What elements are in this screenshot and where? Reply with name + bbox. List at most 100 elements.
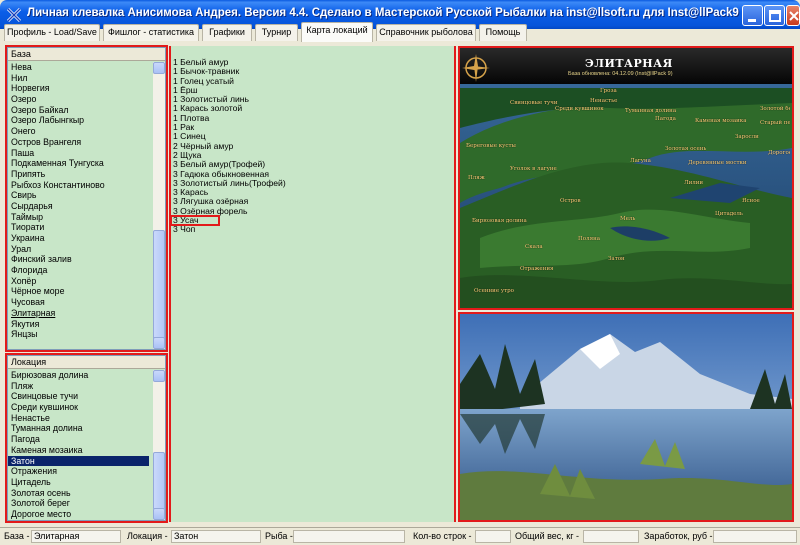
map-title: ЭЛИТАРНАЯ	[585, 57, 673, 70]
map-place-label: Дорогое место	[768, 150, 790, 156]
close-button[interactable]	[786, 5, 800, 26]
scroll-down-icon[interactable]	[153, 337, 165, 349]
fish-list[interactable]: 1 Белый амур 1 Бычок-травник 1 Голец усаты…	[169, 46, 456, 522]
list-item[interactable]: Тиорати	[8, 222, 153, 233]
scroll-thumb[interactable]	[153, 452, 165, 510]
close-icon	[789, 11, 799, 21]
list-item[interactable]: Припять	[8, 169, 153, 180]
list-item[interactable]: Свинцовые тучи	[8, 391, 153, 402]
list-item[interactable]: 1 Плотва	[171, 113, 454, 123]
list-item[interactable]: Чёрное море	[8, 286, 153, 297]
list-item[interactable]: Озеро	[8, 94, 153, 105]
status-base-label: База -	[4, 531, 30, 541]
list-item[interactable]: Туманная долина	[8, 423, 153, 434]
tab-fishlog[interactable]: Фишлог - статистика	[103, 24, 199, 41]
minimize-button[interactable]	[742, 5, 763, 26]
scroll-up-icon[interactable]	[153, 370, 165, 382]
list-item[interactable]: Чусовая	[8, 297, 153, 308]
list-item[interactable]: Нил	[8, 73, 153, 84]
list-item[interactable]: Сырдарья	[8, 201, 153, 212]
map-place-label: Остров	[560, 198, 581, 204]
list-item[interactable]: Ненастье	[8, 413, 153, 424]
list-item[interactable]: Озеро Байкал	[8, 105, 153, 116]
bases-header: База	[8, 48, 165, 61]
list-item[interactable]: 3 Чоп	[171, 225, 454, 235]
map-place-label: Береговые кусты	[466, 143, 516, 149]
map-subtitle: База обновлена: 04.12.09 (Inst@llPack 9)	[568, 71, 673, 77]
window-title: Личная клевалка Анисимова Андрея. Версия…	[27, 7, 739, 19]
status-fish-field	[293, 530, 405, 543]
list-item[interactable]: Урал	[8, 244, 153, 255]
map-place-label: Гроза	[600, 88, 617, 94]
list-item[interactable]: Хопёр	[8, 276, 153, 287]
map-place-label: Среди кувшинок	[555, 106, 604, 112]
scroll-up-icon[interactable]	[153, 62, 165, 74]
locations-list-body[interactable]: Бирюзовая долина Пляж Свинцовые тучи Среди …	[8, 370, 153, 520]
list-item[interactable]: Нева	[8, 62, 153, 73]
status-location-value: Затон	[174, 531, 199, 541]
tab-charts[interactable]: Графики	[202, 24, 252, 41]
list-item[interactable]: Свирь	[8, 190, 153, 201]
minimize-icon	[748, 19, 756, 22]
maximize-button[interactable]	[764, 5, 785, 26]
list-item[interactable]: Каменая мозаика	[8, 445, 153, 456]
status-rows-field	[475, 530, 511, 543]
map-image	[460, 48, 792, 308]
list-item[interactable]: Среди кувшинок	[8, 402, 153, 413]
status-location-label: Локация -	[127, 531, 168, 541]
list-item[interactable]: Онего	[8, 126, 153, 137]
list-item[interactable]: Норвегия	[8, 83, 153, 94]
bases-scrollbar[interactable]	[153, 62, 165, 349]
list-item[interactable]: 3 Озёрная форель	[171, 206, 454, 216]
list-item[interactable]: Пляж	[8, 381, 153, 392]
list-item[interactable]: Элитарная	[8, 308, 153, 319]
list-item[interactable]: Украина	[8, 233, 153, 244]
list-item[interactable]: Паша	[8, 148, 153, 159]
list-item[interactable]: Финский залив	[8, 254, 153, 265]
locations-list[interactable]: Локация Бирюзовая долина Пляж Свинцовые ту…	[7, 355, 166, 521]
map-place-label: Свинцовые тучи	[510, 100, 558, 106]
tab-fisher-guide[interactable]: Справочник рыболова	[376, 24, 476, 41]
list-item[interactable]: Янцзы	[8, 329, 153, 340]
map-place-label: Деревянные мостки	[688, 160, 747, 166]
list-item[interactable]: 1 Голец усатый	[171, 76, 454, 86]
list-item[interactable]: Якутия	[8, 319, 153, 330]
tab-profile[interactable]: Профиль - Load/Save	[4, 24, 100, 41]
status-fish-label: Рыба -	[265, 531, 293, 541]
list-item[interactable]: Отражения	[8, 466, 153, 477]
list-item[interactable]: Озеро Лабынгкыр	[8, 115, 153, 126]
map-place-label: Уголок в лагуне	[510, 166, 557, 172]
location-map[interactable]: ЭЛИТАРНАЯ База обновлена: 04.12.09 (Inst…	[458, 46, 794, 310]
bases-list-body[interactable]: Нева Нил Норвегия Озеро Озеро Байкал Озеро Ла…	[8, 62, 153, 349]
list-item[interactable]: Золотой берег	[8, 498, 153, 509]
list-item[interactable]: Таймыр	[8, 212, 153, 223]
tab-help[interactable]: Помощь	[479, 24, 527, 41]
list-item[interactable]: 3 Золотистый линь(Трофей)	[171, 178, 454, 188]
status-bar: База - Элитарная Локация - Затон Рыба - …	[0, 527, 800, 545]
list-item[interactable]: Рыбхоз Константиново	[8, 180, 153, 191]
scroll-down-icon[interactable]	[153, 508, 165, 520]
tab-location-map[interactable]: Карта локаций	[301, 22, 373, 42]
list-item[interactable]: Дорогое место	[8, 509, 153, 520]
list-item[interactable]: 2 Чёрный амур	[171, 141, 454, 151]
scroll-thumb[interactable]	[153, 230, 165, 348]
status-base-field: Элитарная	[31, 530, 121, 543]
list-item[interactable]: Цитадель	[8, 477, 153, 488]
list-item[interactable]: Подкаменная Тунгуска	[8, 158, 153, 169]
locations-scrollbar[interactable]	[153, 370, 165, 520]
tab-tournament[interactable]: Турнир	[255, 24, 298, 41]
bases-list[interactable]: База Нева Нил Норвегия Озеро Озеро Байкал Озе…	[7, 47, 166, 350]
list-item[interactable]: 1 Карась золотой	[171, 104, 454, 114]
map-place-label: Мель	[620, 216, 636, 222]
map-place-label: Пагода	[655, 116, 676, 122]
list-item[interactable]: 1 Рак	[171, 122, 454, 132]
app-icon	[6, 7, 22, 23]
map-place-label: Каменая мозаика	[695, 118, 747, 124]
list-item[interactable]: Остров Врангеля	[8, 137, 153, 148]
status-earn-label: Заработок, руб -	[644, 531, 713, 541]
list-item[interactable]: Бирюзовая долина	[8, 370, 153, 381]
list-item[interactable]: Флорида	[8, 265, 153, 276]
list-item[interactable]: Пагода	[8, 434, 153, 445]
list-item[interactable]: Золотая осень	[8, 488, 153, 499]
list-item[interactable]: Затон	[8, 455, 149, 467]
